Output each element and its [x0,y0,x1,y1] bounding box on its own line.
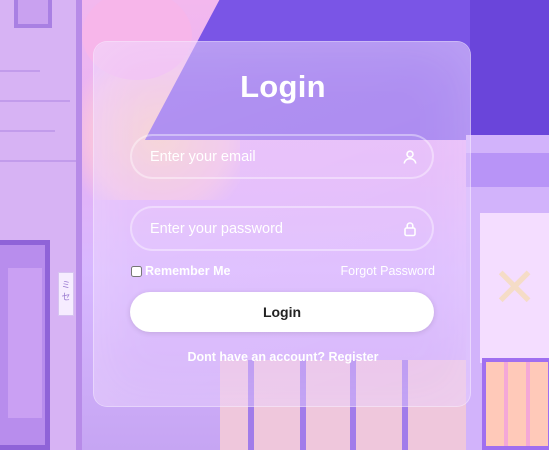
register-prompt-text: Dont have an account? [187,350,325,364]
login-button[interactable]: Login [130,292,434,332]
left-building-window [14,0,52,28]
email-field-wrapper [130,134,434,179]
register-prompt: Dont have an account? Register [94,350,472,364]
left-building-edge [76,0,82,450]
lock-icon [388,221,432,237]
brick-line [0,160,76,162]
login-card: Login Remember Me Forgot Password Login … [93,41,471,407]
right-shop-window [482,358,549,450]
password-field-wrapper [130,206,434,251]
roof-shadow [470,0,549,140]
banner-symbol: ✕ [492,258,538,318]
password-input[interactable] [132,208,388,249]
brick-line [0,100,70,102]
left-building [0,0,82,450]
email-input[interactable] [132,136,388,177]
user-icon [388,149,432,165]
options-row: Remember Me Forgot Password [131,263,435,279]
register-link[interactable]: Register [328,350,378,364]
login-title: Login [240,69,326,104]
brick-line [0,130,55,132]
remember-me-label: Remember Me [145,264,231,278]
remember-me-checkbox[interactable] [131,265,142,277]
left-building-door-panel [8,268,42,418]
forgot-password-link[interactable]: Forgot Password [341,264,435,278]
brick-line [0,70,40,72]
remember-me[interactable]: Remember Me [131,264,230,278]
shop-sign: ミセ [58,272,74,316]
right-building-band [466,153,549,187]
